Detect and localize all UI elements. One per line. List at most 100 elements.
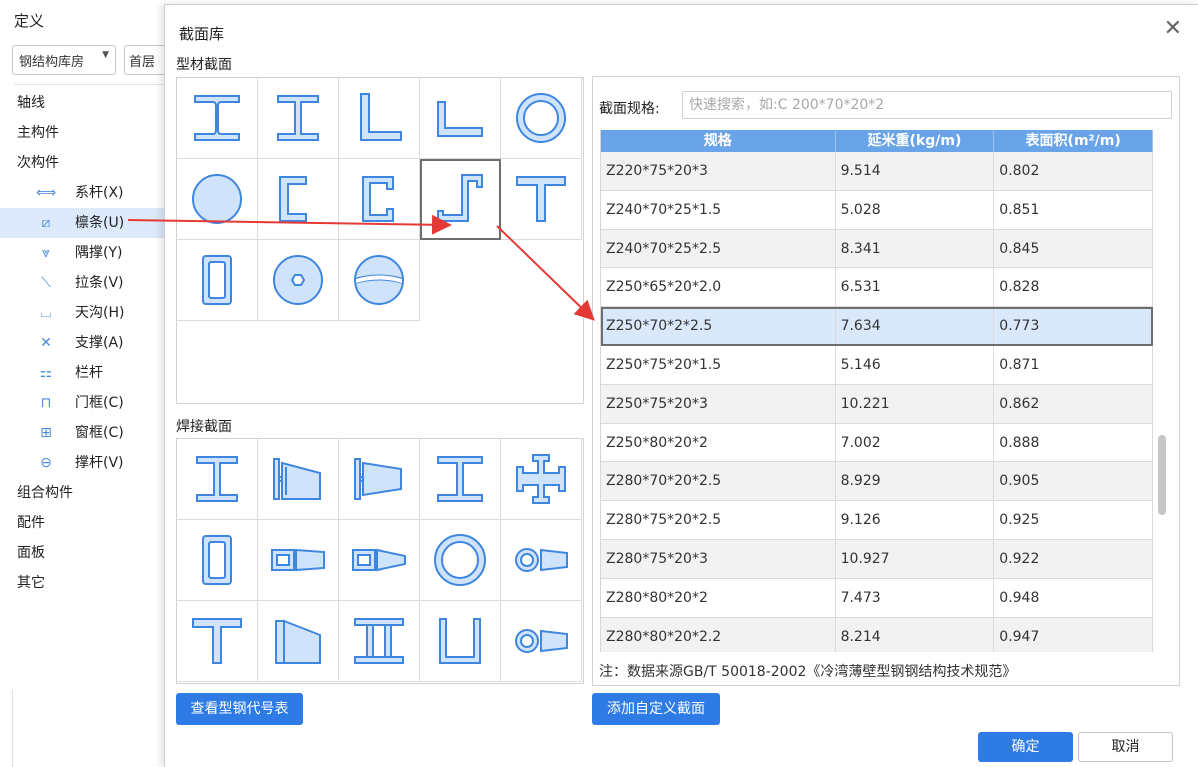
- column-header-spec[interactable]: 规格: [601, 130, 836, 152]
- table-row[interactable]: Z220*75*20*3 9.514 0.802: [601, 152, 1153, 191]
- view-codes-button[interactable]: 查看型钢代号表: [176, 693, 303, 725]
- cell-spec: Z240*70*25*1.5: [601, 190, 836, 229]
- welded-box-cell[interactable]: [177, 520, 258, 601]
- round-tapered-2-cell[interactable]: [501, 601, 582, 682]
- round-tube-cell[interactable]: [501, 78, 582, 159]
- table-row[interactable]: Z240*70*25*1.5 5.028 0.851: [601, 190, 1153, 230]
- cell-spec: Z240*70*25*2.5: [601, 229, 836, 268]
- round-bar-cell[interactable]: [177, 159, 258, 240]
- rect-tube-cell[interactable]: [177, 240, 258, 321]
- tapered-i-beam-2-cell[interactable]: [339, 439, 420, 520]
- definition-panel: 定义 钢结构库房 ▼ 首层 轴线 主构件 次构件 ⟺ 系杆(X) ⧄ 檩条(U) ⩔ 隅撑(Y)…: [0, 0, 174, 767]
- cell-area: 0.871: [994, 345, 1153, 384]
- round-tapered-cell[interactable]: [501, 520, 582, 601]
- tree-item[interactable]: ⧄ 檩条(U): [0, 208, 165, 238]
- table-row[interactable]: Z250*80*20*2 7.002 0.888: [601, 423, 1153, 463]
- tree-item[interactable]: ⟍ 拉条(V): [0, 268, 165, 298]
- tree-item[interactable]: ⚏ 栏杆: [0, 358, 165, 388]
- cell-weight: 9.514: [836, 152, 995, 190]
- table-row[interactable]: Z280*80*20*2.2 8.214 0.947: [601, 617, 1153, 652]
- channel-cell[interactable]: [258, 159, 339, 240]
- h-beam-cell[interactable]: [258, 78, 339, 159]
- table-scrollbar[interactable]: [1154, 130, 1170, 652]
- double-i-cell[interactable]: [339, 601, 420, 682]
- table-row[interactable]: Z280*75*20*3 10.927 0.922: [601, 539, 1153, 579]
- box-tapered-2-cell[interactable]: [339, 520, 420, 601]
- welded-t-icon: [192, 618, 242, 664]
- hex-hole-disk-cell[interactable]: [258, 240, 339, 321]
- i-beam-cell[interactable]: [177, 78, 258, 159]
- tree-item[interactable]: ⊓ 门框(C): [0, 388, 165, 418]
- tree-item[interactable]: 面板: [0, 538, 165, 568]
- double-i-icon: [354, 618, 404, 664]
- equal-angle-cell[interactable]: [420, 78, 501, 159]
- building-select[interactable]: 钢结构库房 ▼: [12, 45, 116, 75]
- door-frame-icon: ⊓: [40, 395, 52, 411]
- welded-i-beam-cell[interactable]: [177, 439, 258, 520]
- cell-weight: 8.214: [836, 617, 995, 652]
- tree-item[interactable]: 轴线: [0, 88, 165, 118]
- table-row[interactable]: Z280*75*20*2.5 9.126 0.925: [601, 501, 1153, 540]
- table-row[interactable]: Z280*80*20*2 7.473 0.948: [601, 578, 1153, 618]
- scrollbar-thumb[interactable]: [1158, 435, 1166, 515]
- split-circle-cell[interactable]: [339, 240, 420, 321]
- tree-item[interactable]: ⩔ 隅撑(Y): [0, 238, 165, 268]
- welded-round-tube-cell[interactable]: [420, 520, 501, 601]
- welded-h-cell[interactable]: [420, 439, 501, 520]
- tree-item[interactable]: 次构件: [0, 148, 165, 178]
- cell-area: 0.925: [994, 501, 1153, 539]
- search-input[interactable]: [682, 91, 1172, 119]
- unequal-angle-cell[interactable]: [339, 78, 420, 159]
- section-library-dialog: 截面库 ✕ 型材截面 焊接截面 查看型钢代号表 截面规格: 规格 延米重(kg/…: [164, 4, 1198, 767]
- table-row[interactable]: Z250*75*20*3 10.221 0.862: [601, 384, 1153, 424]
- table-row[interactable]: Z280*70*20*2.5 8.929 0.905: [601, 462, 1153, 502]
- cell-spec: Z250*70*2*2.5: [601, 307, 836, 345]
- welded-box-icon: [202, 535, 232, 585]
- dialog-title: 截面库: [179, 25, 225, 43]
- gutter-icon: ⌴: [40, 305, 52, 321]
- spec-table: 规格 延米重(kg/m) 表面积(m²/m) Z220*75*20*3 9.514…: [600, 130, 1153, 652]
- search-label: 截面规格:: [599, 101, 660, 117]
- cell-area: 0.845: [994, 229, 1153, 268]
- tapered-i-beam-cell[interactable]: [258, 439, 339, 520]
- tree-item-label: 窗框(C): [75, 425, 124, 441]
- purlin-icon: ⧄: [41, 215, 51, 231]
- table-row[interactable]: Z250*70*2*2.5 7.634 0.773: [601, 307, 1153, 346]
- column-header-weight[interactable]: 延米重(kg/m): [836, 130, 995, 152]
- tree-item[interactable]: 其它: [0, 568, 165, 598]
- tapered-i-beam-2-icon: [354, 458, 402, 500]
- cell-spec: Z250*75*20*1.5: [601, 345, 836, 384]
- tapered-t-icon: [275, 619, 321, 664]
- cross-section-cell[interactable]: [501, 439, 582, 520]
- welded-t-cell[interactable]: [177, 601, 258, 682]
- tapered-t-cell[interactable]: [258, 601, 339, 682]
- z-section-cell[interactable]: [420, 159, 501, 240]
- cell-weight: 5.146: [836, 345, 995, 384]
- railing-icon: ⚏: [39, 365, 53, 381]
- tree-item[interactable]: ✕ 支撑(A): [0, 328, 165, 358]
- ok-button[interactable]: 确定: [978, 732, 1073, 762]
- tree-item[interactable]: ⌴ 天沟(H): [0, 298, 165, 328]
- table-row[interactable]: Z240*70*25*2.5 8.341 0.845: [601, 229, 1153, 269]
- tree-item-label: 主构件: [17, 125, 59, 141]
- round-tube-icon: [516, 93, 566, 143]
- cell-spec: Z250*80*20*2: [601, 423, 836, 462]
- tree-item[interactable]: ⊞ 窗框(C): [0, 418, 165, 448]
- table-row[interactable]: Z250*75*20*1.5 5.146 0.871: [601, 345, 1153, 385]
- tree-item[interactable]: ⟺ 系杆(X): [0, 178, 165, 208]
- cell-weight: 7.634: [836, 307, 995, 345]
- tree-item[interactable]: 组合构件: [0, 478, 165, 508]
- box-tapered-cell[interactable]: [258, 520, 339, 601]
- u-section-cell[interactable]: [420, 601, 501, 682]
- column-header-area[interactable]: 表面积(m²/m): [994, 130, 1153, 152]
- tree-item[interactable]: 主构件: [0, 118, 165, 148]
- tree-item[interactable]: ⊖ 撑杆(V): [0, 448, 165, 478]
- tree-item[interactable]: 配件: [0, 508, 165, 538]
- table-row[interactable]: Z250*65*20*2.0 6.531 0.828: [601, 268, 1153, 308]
- lipped-channel-cell[interactable]: [339, 159, 420, 240]
- t-section-cell[interactable]: [501, 159, 582, 240]
- cell-area: 0.888: [994, 423, 1153, 462]
- add-custom-section-button[interactable]: 添加自定义截面: [592, 693, 720, 725]
- close-icon[interactable]: ✕: [1164, 17, 1182, 41]
- cancel-button[interactable]: 取消: [1078, 732, 1173, 762]
